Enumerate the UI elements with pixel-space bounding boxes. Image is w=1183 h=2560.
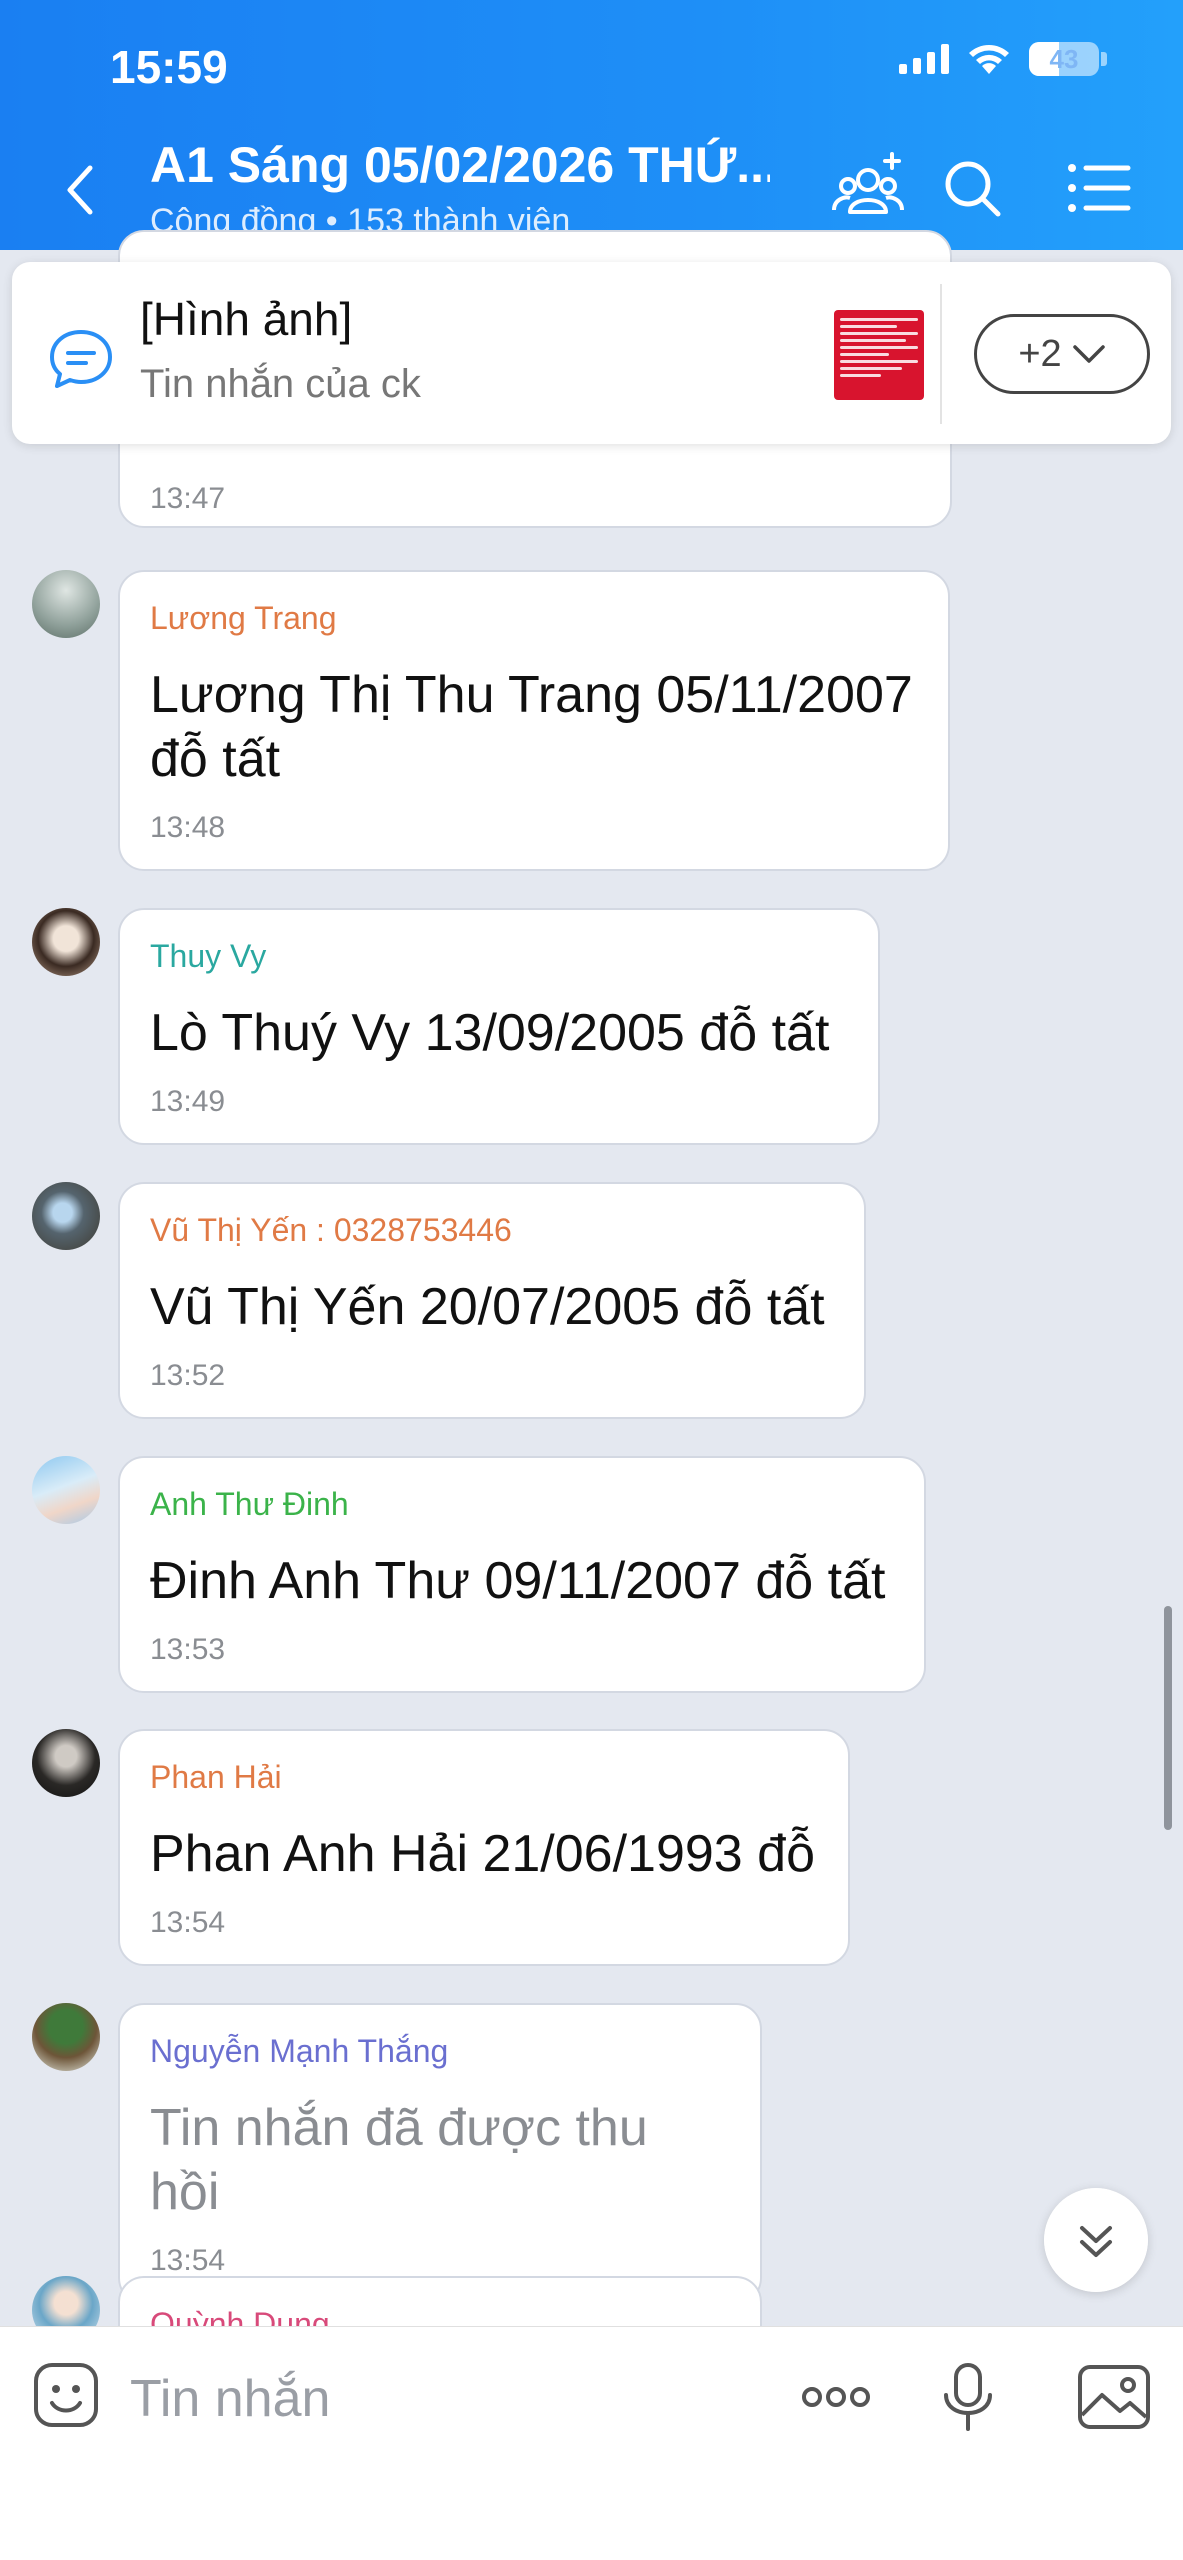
recalled-message-text: Tin nhắn đã được thu hồi xyxy=(150,2099,648,2221)
message-input[interactable] xyxy=(130,2363,730,2435)
avatar[interactable] xyxy=(32,1182,100,1250)
message-text: Phan Anh Hải 21/06/1993 đỗ xyxy=(150,1825,816,1883)
sticker-icon[interactable] xyxy=(32,2361,100,2429)
message-bubble[interactable]: Thuy Vy Lò Thuý Vy 13/09/2005 đỗ tất 13:… xyxy=(118,908,880,1145)
message-text: Lò Thuý Vy 13/09/2005 đỗ tất xyxy=(150,1004,830,1062)
chat-header: 15:59 43 A1 Sáng 05/02/2026 THỨ... Cộng … xyxy=(0,0,1183,250)
message-bubble[interactable]: Anh Thư Đinh Đinh Anh Thư 09/11/2007 đỗ … xyxy=(118,1456,926,1693)
avatar[interactable] xyxy=(32,2003,100,2071)
message-bubble[interactable]: Vũ Thị Yến : 0328753446 Vũ Thị Yến 20/07… xyxy=(118,1182,866,1419)
battery-level: 43 xyxy=(1049,44,1079,74)
chat-bubble-icon xyxy=(50,330,112,388)
message-text-line: đỗ tất xyxy=(150,730,281,788)
sender-name: Anh Thư Đinh xyxy=(150,1486,349,1522)
chevron-down-icon xyxy=(1072,345,1105,363)
menu-list-icon[interactable] xyxy=(1062,150,1138,226)
message-bubble[interactable]: Phan Hải Phan Anh Hải 21/06/1993 đỗ 13:5… xyxy=(118,1729,850,1966)
pinned-divider xyxy=(940,284,942,424)
wifi-icon xyxy=(969,45,1009,74)
sender-name: Phan Hải xyxy=(150,1759,282,1795)
microphone-icon[interactable] xyxy=(928,2357,1008,2437)
message-time: 13:53 xyxy=(150,1633,226,1666)
message-time: 13:47 xyxy=(150,482,226,515)
message-time: 13:54 xyxy=(150,1906,226,1939)
message-text: Vũ Thị Yến 20/07/2005 đỗ tất xyxy=(150,1278,825,1336)
message-text: Lương Thị Thu Trang 05/11/2007 đỗ tất xyxy=(150,663,918,791)
message-time: 13:52 xyxy=(150,1359,226,1392)
pinned-message-banner[interactable]: [Hình ảnh] Tin nhắn của ck +2 xyxy=(12,262,1171,444)
pinned-more-label: +2 xyxy=(1018,332,1062,375)
message-bubble[interactable]: Lương Trang Lương Thị Thu Trang 05/11/20… xyxy=(118,570,950,871)
pinned-image-thumbnail[interactable] xyxy=(834,310,924,400)
avatar[interactable] xyxy=(32,908,100,976)
sender-name: Thuy Vy xyxy=(150,938,267,974)
scroll-to-bottom-button[interactable] xyxy=(1044,2188,1148,2292)
image-picker-icon[interactable] xyxy=(1074,2357,1154,2437)
scrollbar[interactable] xyxy=(1164,1606,1172,1830)
avatar[interactable] xyxy=(32,1729,100,1797)
sender-name: Lương Trang xyxy=(150,600,337,636)
search-icon[interactable] xyxy=(934,150,1010,226)
pinned-subtitle: Tin nhắn của ck xyxy=(140,362,421,406)
message-time: 13:54 xyxy=(150,2244,226,2277)
message-time: 13:49 xyxy=(150,1085,226,1118)
status-icons: 43 xyxy=(899,42,1107,76)
add-member-icon[interactable] xyxy=(830,150,906,226)
status-time: 15:59 xyxy=(110,41,228,93)
pinned-title: [Hình ảnh] xyxy=(140,293,353,345)
message-time: 13:48 xyxy=(150,811,226,844)
avatar[interactable] xyxy=(32,1456,100,1524)
sender-name: Vũ Thị Yến : 0328753446 xyxy=(150,1212,512,1248)
message-text-line: Lương Thị Thu Trang 05/11/2007 xyxy=(150,666,913,724)
avatar[interactable] xyxy=(32,570,100,638)
battery-icon: 43 xyxy=(1029,42,1099,76)
message-bubble[interactable]: Nguyễn Mạnh Thắng Tin nhắn đã được thu h… xyxy=(118,2003,762,2304)
cellular-signal-icon xyxy=(899,44,949,74)
sender-name: Nguyễn Mạnh Thắng xyxy=(150,2033,449,2069)
more-options-icon[interactable] xyxy=(796,2357,876,2437)
chat-title[interactable]: A1 Sáng 05/02/2026 THỨ... xyxy=(150,136,770,194)
back-icon[interactable] xyxy=(60,160,100,220)
message-text: Đinh Anh Thư 09/11/2007 đỗ tất xyxy=(150,1552,886,1610)
message-input-bar xyxy=(0,2326,1183,2560)
pinned-more-button[interactable]: +2 xyxy=(974,314,1150,394)
